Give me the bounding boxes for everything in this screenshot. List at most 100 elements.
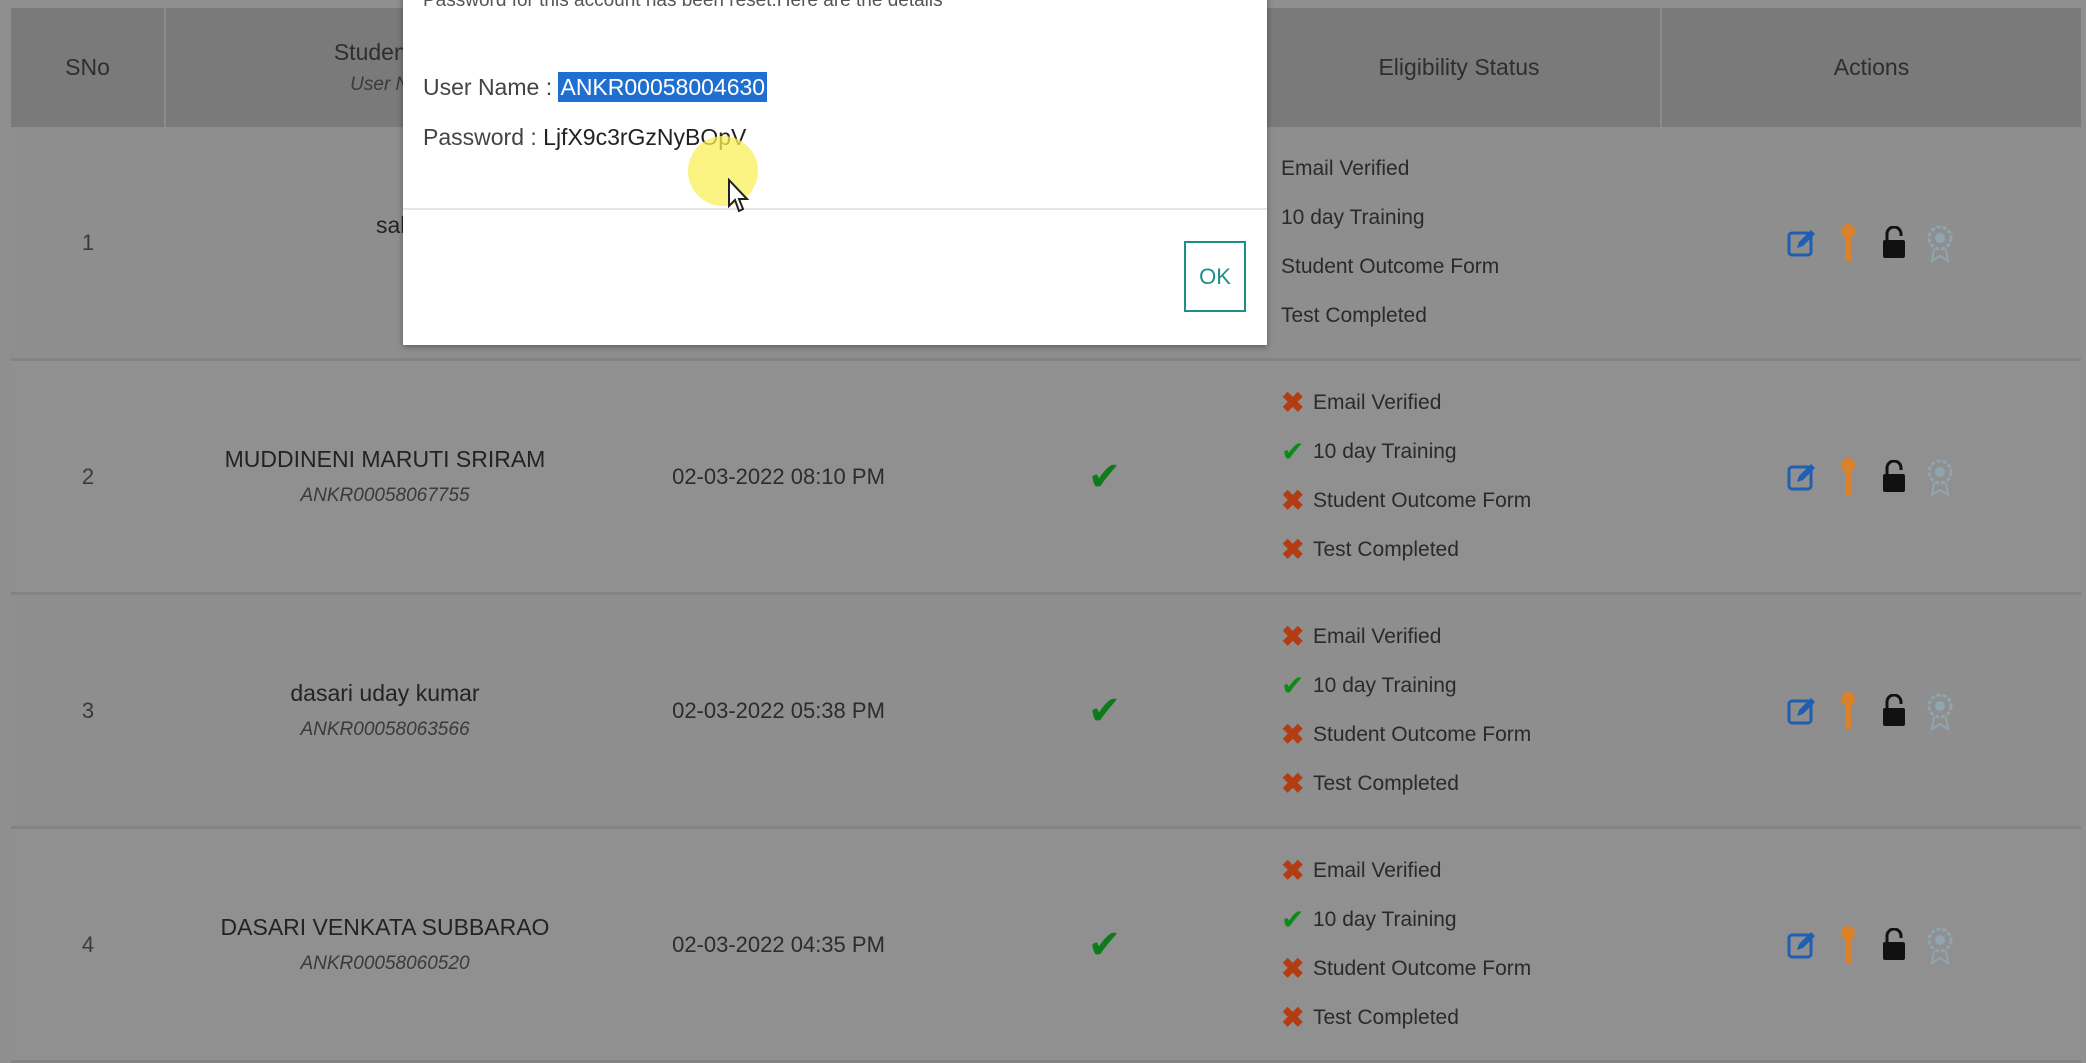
cross-icon: ✖ (1281, 953, 1305, 984)
eligibility-item: ✖ Test Completed (1281, 994, 1660, 1043)
eligibility-item: ✖ Email Verified (1281, 613, 1660, 662)
row-actions (1661, 127, 2081, 361)
eligibility-item: ✖ Email Verified (1281, 379, 1660, 428)
eligibility-label: 10 day Training (1313, 674, 1457, 697)
cross-icon: ✖ (1281, 855, 1305, 886)
row-eligibility: Email Verified 10 day Training Student O… (1257, 127, 1661, 361)
row-sno: 2 (11, 359, 165, 595)
check-icon: ✔ (1281, 436, 1305, 467)
username-row: User Name : ANKR00058004630 (423, 72, 768, 102)
eligibility-label: Test Completed (1313, 1006, 1459, 1029)
eligibility-item: Student Outcome Form (1281, 243, 1660, 292)
row-actions (1661, 593, 2081, 829)
row-student: DASARI VENKATA SUBBARAO ANKR00058060520 (165, 827, 605, 1063)
eligibility-label: 10 day Training (1313, 440, 1457, 463)
cross-icon: ✖ (1281, 768, 1305, 799)
eligibility-label: Email Verified (1313, 859, 1442, 882)
eligibility-item: ✖ Student Outcome Form (1281, 945, 1660, 994)
settings-badge-icon[interactable] (1925, 925, 1955, 965)
eligibility-item: ✖ Student Outcome Form (1281, 477, 1660, 526)
key-icon[interactable] (1833, 457, 1863, 497)
row-eligibility: ✖ Email Verified ✔ 10 day Training ✖ Studen… (1257, 593, 1661, 829)
cross-icon: ✖ (1281, 621, 1305, 652)
cross-icon: ✖ (1281, 387, 1305, 418)
eligibility-label: Test Completed (1281, 304, 1427, 327)
row-date: 02-03-2022 05:38 PM (605, 593, 952, 829)
student-name: dasari uday kumar (290, 680, 480, 706)
eligibility-label: Email Verified (1313, 391, 1442, 414)
eligibility-item: ✔ 10 day Training (1281, 896, 1660, 945)
eligibility-item: ✔ 10 day Training (1281, 662, 1660, 711)
eligibility-item: ✖ Email Verified (1281, 847, 1660, 896)
check-icon: ✔ (1281, 904, 1305, 935)
student-username: ANKR00058067755 (300, 485, 470, 506)
username-label: User Name : (423, 74, 553, 100)
eligibility-label: Email Verified (1313, 625, 1442, 648)
check-icon: ✔ (1281, 670, 1305, 701)
unlock-icon[interactable] (1879, 691, 1909, 731)
mouse-cursor-icon (728, 178, 749, 213)
edit-icon[interactable] (1787, 691, 1817, 731)
eligibility-label: Test Completed (1313, 538, 1459, 561)
eligibility-item: ✖ Student Outcome Form (1281, 711, 1660, 760)
table-row: 2 MUDDINENI MARUTI SRIRAM ANKR0005806775… (11, 359, 2081, 595)
settings-badge-icon[interactable] (1925, 691, 1955, 731)
key-icon[interactable] (1833, 223, 1863, 263)
eligibility-label: 10 day Training (1281, 206, 1425, 229)
header-sno: SNo (11, 8, 166, 127)
eligibility-item: ✔ 10 day Training (1281, 428, 1660, 477)
eligibility-item: ✖ Test Completed (1281, 526, 1660, 575)
dialog-message: Password for this account has been reset… (423, 0, 943, 11)
dialog-divider (403, 208, 1267, 210)
key-icon[interactable] (1833, 925, 1863, 965)
eligibility-label: Email Verified (1281, 157, 1410, 180)
header-actions: Actions (1661, 8, 2081, 127)
eligibility-label: 10 day Training (1313, 908, 1457, 931)
cross-icon: ✖ (1281, 1002, 1305, 1033)
eligibility-label: Student Outcome Form (1313, 489, 1532, 512)
row-actions (1661, 827, 2081, 1063)
table-row: 4 DASARI VENKATA SUBBARAO ANKR0005806052… (11, 827, 2081, 1063)
row-sno: 3 (11, 593, 165, 829)
student-name: MUDDINENI MARUTI SRIRAM (224, 446, 546, 472)
cross-icon: ✖ (1281, 534, 1305, 565)
ok-button[interactable]: OK (1184, 241, 1246, 312)
edit-icon[interactable] (1787, 223, 1817, 263)
eligibility-label: Student Outcome Form (1313, 723, 1532, 746)
eligibility-item: Email Verified (1281, 145, 1660, 194)
settings-badge-icon[interactable] (1925, 457, 1955, 497)
row-date: 02-03-2022 08:10 PM (605, 359, 952, 595)
key-icon[interactable] (1833, 691, 1863, 731)
check-icon: ✔ (952, 593, 1257, 829)
check-icon: ✔ (952, 827, 1257, 1063)
username-value[interactable]: ANKR00058004630 (558, 72, 768, 102)
row-date: 02-03-2022 04:35 PM (605, 827, 952, 1063)
eligibility-item: Test Completed (1281, 292, 1660, 341)
eligibility-item: 10 day Training (1281, 194, 1660, 243)
eligibility-label: Test Completed (1313, 772, 1459, 795)
row-student: dasari uday kumar ANKR00058063566 (165, 593, 605, 829)
header-eligibility: Eligibility Status (1257, 8, 1662, 127)
cross-icon: ✖ (1281, 719, 1305, 750)
row-sno: 4 (11, 827, 165, 1063)
unlock-icon[interactable] (1879, 925, 1909, 965)
eligibility-item: ✖ Test Completed (1281, 760, 1660, 809)
row-actions (1661, 359, 2081, 595)
cross-icon: ✖ (1281, 485, 1305, 516)
row-eligibility: ✖ Email Verified ✔ 10 day Training ✖ Studen… (1257, 359, 1661, 595)
table-row: 3 dasari uday kumar ANKR00058063566 02-0… (11, 593, 2081, 829)
password-reset-dialog: Password for this account has been reset… (403, 0, 1267, 345)
password-label: Password : (423, 124, 537, 150)
edit-icon[interactable] (1787, 457, 1817, 497)
settings-badge-icon[interactable] (1925, 223, 1955, 263)
edit-icon[interactable] (1787, 925, 1817, 965)
row-student: MUDDINENI MARUTI SRIRAM ANKR00058067755 (165, 359, 605, 595)
unlock-icon[interactable] (1879, 457, 1909, 497)
unlock-icon[interactable] (1879, 223, 1909, 263)
row-eligibility: ✖ Email Verified ✔ 10 day Training ✖ Studen… (1257, 827, 1661, 1063)
eligibility-label: Student Outcome Form (1281, 255, 1500, 278)
student-name: DASARI VENKATA SUBBARAO (220, 914, 550, 940)
check-icon: ✔ (952, 359, 1257, 595)
student-username: ANKR00058060520 (300, 953, 470, 974)
row-sno: 1 (11, 127, 165, 361)
